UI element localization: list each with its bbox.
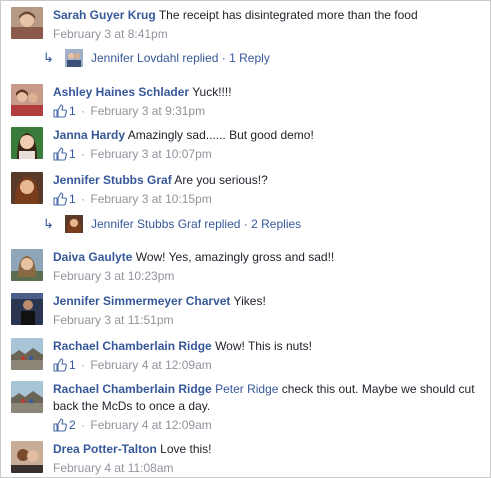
reply-summary[interactable]: ↳ Jennifer Lovdahl replied · 1 Reply <box>43 46 490 68</box>
avatar[interactable] <box>11 441 43 473</box>
comment-timestamp[interactable]: February 3 at 10:15pm <box>90 192 211 206</box>
reply-avatar <box>65 214 83 233</box>
comment-author[interactable]: Daiva Gaulyte <box>53 250 132 264</box>
comment-timestamp[interactable]: February 3 at 11:51pm <box>53 313 174 327</box>
comment-text: Wow! This is nuts! <box>215 339 312 353</box>
separator: · <box>81 358 86 372</box>
like-count[interactable]: 2 <box>69 418 76 432</box>
comment-text: Amazingly sad...... But good demo! <box>127 128 314 142</box>
comment-text: Are you serious!? <box>174 173 268 187</box>
avatar[interactable] <box>11 381 43 413</box>
like-count[interactable]: 1 <box>69 358 76 372</box>
comment-author[interactable]: Ashley Haines Schlader <box>53 85 189 99</box>
separator: · <box>81 418 86 432</box>
thumbs-up-icon[interactable] <box>53 358 67 372</box>
comment-author[interactable]: Jennifer Simmermeyer Charvet <box>53 294 230 308</box>
thumbs-up-icon[interactable] <box>53 147 67 161</box>
separator: · <box>81 192 86 206</box>
reply-arrow-icon: ↳ <box>43 215 54 231</box>
comment-timestamp[interactable]: February 4 at 12:09am <box>90 358 211 372</box>
avatar[interactable] <box>11 7 43 39</box>
reply-count[interactable]: 2 Replies <box>251 217 301 231</box>
comment-author[interactable]: Sarah Guyer Krug <box>53 8 156 22</box>
separator: · <box>221 50 226 65</box>
reply-arrow-icon: ↳ <box>43 49 54 65</box>
reply-summary[interactable]: ↳ Jennifer Stubbs Graf replied · 2 Replie… <box>43 212 490 234</box>
separator: · <box>81 147 86 161</box>
reply-author[interactable]: Jennifer Lovdahl <box>91 51 179 65</box>
comment-author[interactable]: Janna Hardy <box>53 128 125 142</box>
avatar[interactable] <box>11 172 43 204</box>
like-count[interactable]: 1 <box>69 147 76 161</box>
avatar[interactable] <box>11 338 43 370</box>
comment-author[interactable]: Rachael Chamberlain Ridge <box>53 339 212 353</box>
comment-author[interactable]: Rachael Chamberlain Ridge <box>53 382 212 396</box>
mention-link[interactable]: Peter Ridge <box>215 382 278 396</box>
comment-timestamp[interactable]: February 3 at 9:31pm <box>90 104 205 118</box>
like-count[interactable]: 1 <box>69 104 76 118</box>
comment-text: Yuck!!!! <box>192 85 232 99</box>
thumbs-up-icon[interactable] <box>53 192 67 206</box>
comment-author[interactable]: Jennifer Stubbs Graf <box>53 173 172 187</box>
reply-author[interactable]: Jennifer Stubbs Graf <box>91 217 201 231</box>
comment-timestamp[interactable]: February 3 at 10:23pm <box>53 269 174 283</box>
thumbs-up-icon[interactable] <box>53 418 67 432</box>
reply-count[interactable]: 1 Reply <box>229 51 270 65</box>
reply-action: replied <box>182 50 219 65</box>
comment-timestamp[interactable]: February 4 at 12:09am <box>90 418 211 432</box>
comment-text: Wow! Yes, amazingly gross and sad!! <box>135 250 335 264</box>
comment-text: Yikes! <box>233 294 266 308</box>
avatar[interactable] <box>11 84 43 116</box>
comments-panel: Sarah Guyer Krug The receipt has disinte… <box>0 0 491 478</box>
like-count[interactable]: 1 <box>69 192 76 206</box>
avatar[interactable] <box>11 249 43 281</box>
thumbs-up-icon[interactable] <box>53 104 67 118</box>
separator: · <box>243 216 248 231</box>
reply-action: replied <box>204 216 241 231</box>
reply-avatar <box>65 48 83 67</box>
comment-timestamp[interactable]: February 4 at 11:08am <box>53 461 174 475</box>
comment-text: Love this! <box>160 442 212 456</box>
comment-timestamp[interactable]: February 3 at 10:07pm <box>90 147 211 161</box>
comment-author[interactable]: Drea Potter-Talton <box>53 442 157 456</box>
separator: · <box>81 104 86 118</box>
avatar[interactable] <box>11 293 43 325</box>
avatar[interactable] <box>11 127 43 159</box>
comment-text: The receipt has disintegrated more than … <box>158 8 418 22</box>
comment-timestamp[interactable]: February 3 at 8:41pm <box>53 27 168 41</box>
